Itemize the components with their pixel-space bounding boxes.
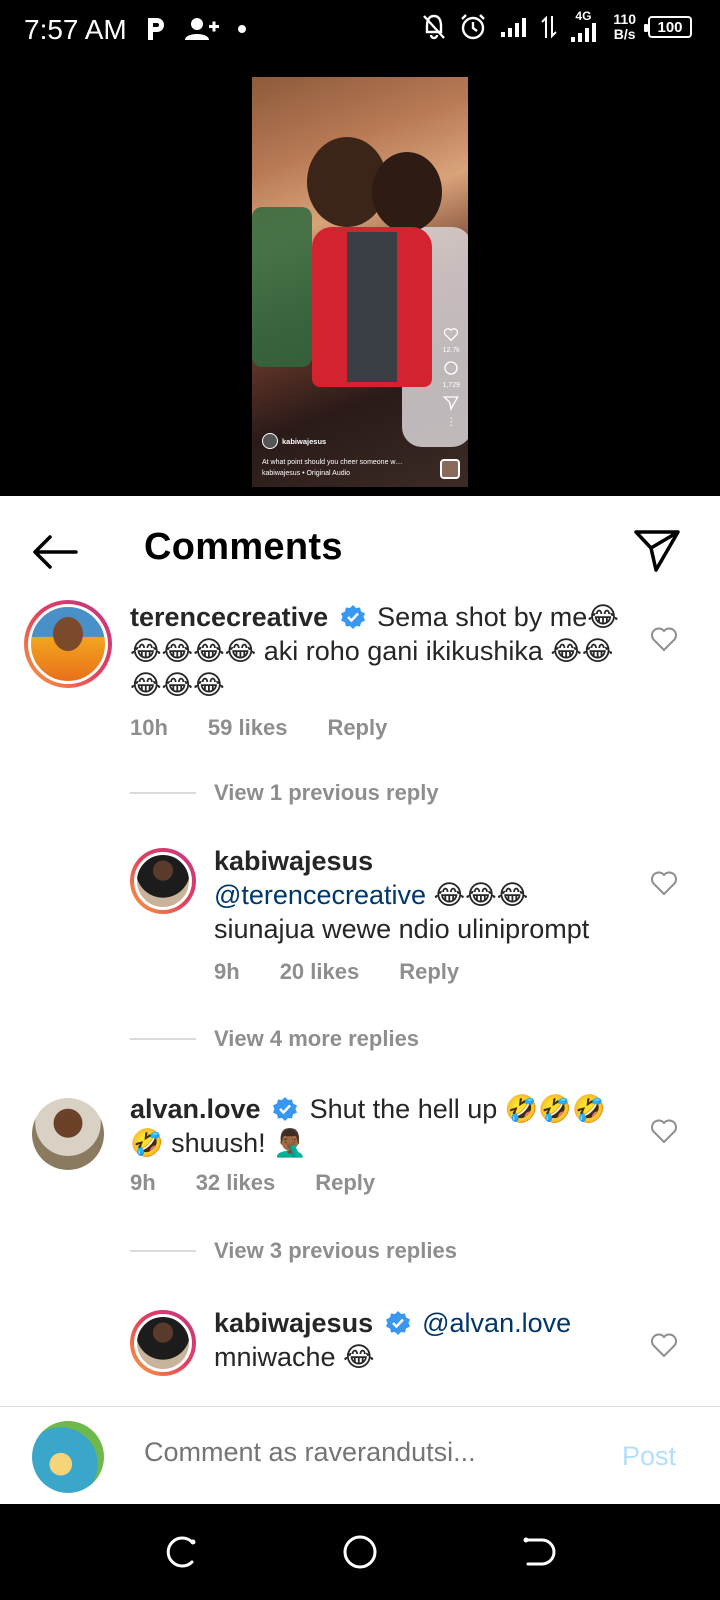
video-caption-block: kabiwajesus At what point should you che… — [262, 433, 438, 479]
comment-input[interactable] — [144, 1437, 594, 1468]
mention-link[interactable]: @alvan.love — [422, 1308, 571, 1338]
video-user-avatar — [262, 433, 278, 449]
divider — [130, 792, 196, 794]
recent-apps-icon[interactable] — [160, 1532, 200, 1572]
comment-item: alvan.love Shut the hell up 🤣🤣🤣🤣 shuush!… — [0, 1092, 720, 1212]
verified-badge-icon — [340, 605, 365, 629]
video-audio: kabiwajesus • Original Audio — [262, 470, 351, 477]
back-nav-icon[interactable] — [520, 1532, 560, 1572]
mention-link[interactable]: @terencecreative — [214, 880, 426, 910]
comments-header: Comments — [0, 496, 720, 606]
network-4g: 4G — [569, 9, 601, 42]
avatar[interactable] — [32, 1098, 104, 1170]
comment-likes[interactable]: 32 likes — [196, 1170, 276, 1196]
page-title: Comments — [144, 526, 343, 568]
status-right: 4G 110 B/s 100 — [421, 9, 692, 42]
comment-username[interactable]: terencecreative — [130, 602, 328, 632]
parking-app-icon — [148, 18, 164, 40]
comment-composer: Post — [0, 1406, 720, 1504]
comment-text: kabiwajesus @alvan.love mniwache 😂 — [214, 1306, 634, 1374]
comment-time: 9h — [214, 959, 240, 984]
send-icon[interactable] — [632, 526, 682, 576]
reply-button[interactable]: Reply — [315, 1170, 375, 1196]
alarm-icon — [461, 14, 486, 40]
video-preview[interactable]: 12.7k 1,729 ⋮ kabiwajesus At what point … — [252, 77, 468, 487]
comment-meta: 9h 20 likes Reply — [214, 959, 459, 985]
video-figure — [347, 232, 397, 382]
video-caption: At what point should you cheer someone w… — [262, 459, 403, 466]
comment-icon — [444, 361, 458, 375]
verified-badge-icon — [273, 1097, 298, 1121]
more-icon: ⋮ — [446, 417, 457, 428]
comment-time: 10h — [130, 715, 168, 740]
view-replies-label: View 3 previous replies — [214, 1238, 457, 1263]
heart-icon[interactable] — [650, 626, 678, 652]
back-arrow-icon[interactable] — [30, 532, 80, 572]
comment-text: terencecreative Sema shot by me😂😂😂😂😂 aki… — [130, 600, 620, 702]
heart-icon[interactable] — [650, 1118, 678, 1144]
comment-text: kabiwajesus @terencecreative 😂😂😂 siunaju… — [214, 844, 624, 946]
reply-button[interactable]: Reply — [327, 715, 387, 741]
comment-text: alvan.love Shut the hell up 🤣🤣🤣🤣 shuush!… — [130, 1092, 620, 1160]
audio-thumbnail — [440, 459, 460, 479]
video-username: kabiwajesus — [282, 436, 327, 446]
comment-meta: 9h 32 likes Reply — [130, 1170, 375, 1196]
view-replies-label: View 1 previous reply — [214, 780, 439, 805]
reply-button[interactable]: Reply — [399, 959, 459, 985]
battery-icon: 100 — [644, 16, 692, 38]
avatar[interactable] — [130, 848, 196, 914]
status-left-icons — [145, 16, 247, 42]
comment-username[interactable]: alvan.love — [130, 1094, 261, 1124]
divider — [130, 1038, 196, 1040]
data-transfer-icon — [541, 15, 558, 39]
video-likes: 12.7k — [442, 347, 460, 354]
video-figure — [372, 152, 442, 232]
video-area: 12.7k 1,729 ⋮ kabiwajesus At what point … — [0, 68, 720, 496]
signal-4g-icon — [571, 23, 597, 42]
signal-icon — [501, 18, 527, 37]
current-user-avatar — [32, 1421, 104, 1493]
reply-item: kabiwajesus @terencecreative 😂😂😂 siunaju… — [0, 844, 720, 994]
comment-likes[interactable]: 59 likes — [208, 715, 288, 741]
network-speed: 110 B/s — [613, 12, 636, 42]
post-button[interactable]: Post — [622, 1441, 676, 1472]
video-user: kabiwajesus — [262, 433, 438, 449]
reply-item: kabiwajesus @alvan.love mniwache 😂 — [0, 1306, 720, 1406]
comments-sheet: Comments terencecreative Sema shot by me… — [0, 496, 720, 1504]
comment-meta: 10h 59 likes Reply — [130, 715, 387, 741]
add-contact-icon — [185, 18, 219, 40]
home-icon[interactable] — [340, 1532, 380, 1572]
dot-icon — [238, 25, 246, 33]
view-replies-label: View 4 more replies — [214, 1026, 420, 1051]
battery-level: 100 — [657, 18, 683, 36]
system-nav-bar — [0, 1504, 720, 1600]
speed-value: 110 — [613, 11, 636, 27]
view-replies-button[interactable]: View 4 more replies — [130, 1026, 419, 1052]
video-side-actions: 12.7k 1,729 ⋮ — [442, 327, 460, 428]
divider — [130, 1250, 196, 1252]
avatar[interactable] — [24, 600, 112, 688]
heart-icon[interactable] — [650, 870, 678, 896]
heart-icon — [444, 328, 459, 341]
comment-likes[interactable]: 20 likes — [280, 959, 360, 985]
verified-badge-icon — [385, 1311, 410, 1335]
video-comments: 1,729 — [442, 382, 460, 389]
view-replies-button[interactable]: View 1 previous reply — [130, 780, 439, 806]
heart-icon[interactable] — [650, 1332, 678, 1358]
video-figure — [252, 207, 312, 367]
bell-off-icon — [423, 14, 446, 40]
status-bar: 7:57 AM 4G 110 B/s 100 — [0, 0, 720, 68]
view-replies-button[interactable]: View 3 previous replies — [130, 1238, 457, 1264]
share-icon — [443, 396, 460, 411]
speed-unit: B/s — [613, 26, 636, 42]
avatar[interactable] — [130, 1310, 196, 1376]
comment-time: 9h — [130, 1170, 156, 1195]
comment-item: terencecreative Sema shot by me😂😂😂😂😂 aki… — [0, 600, 720, 750]
comment-username[interactable]: kabiwajesus — [214, 1308, 373, 1338]
network-type: 4G — [575, 9, 592, 23]
comment-username[interactable]: kabiwajesus — [214, 846, 373, 876]
status-time: 7:57 AM — [24, 14, 127, 45]
comment-content: mniwache 😂 — [214, 1342, 375, 1372]
